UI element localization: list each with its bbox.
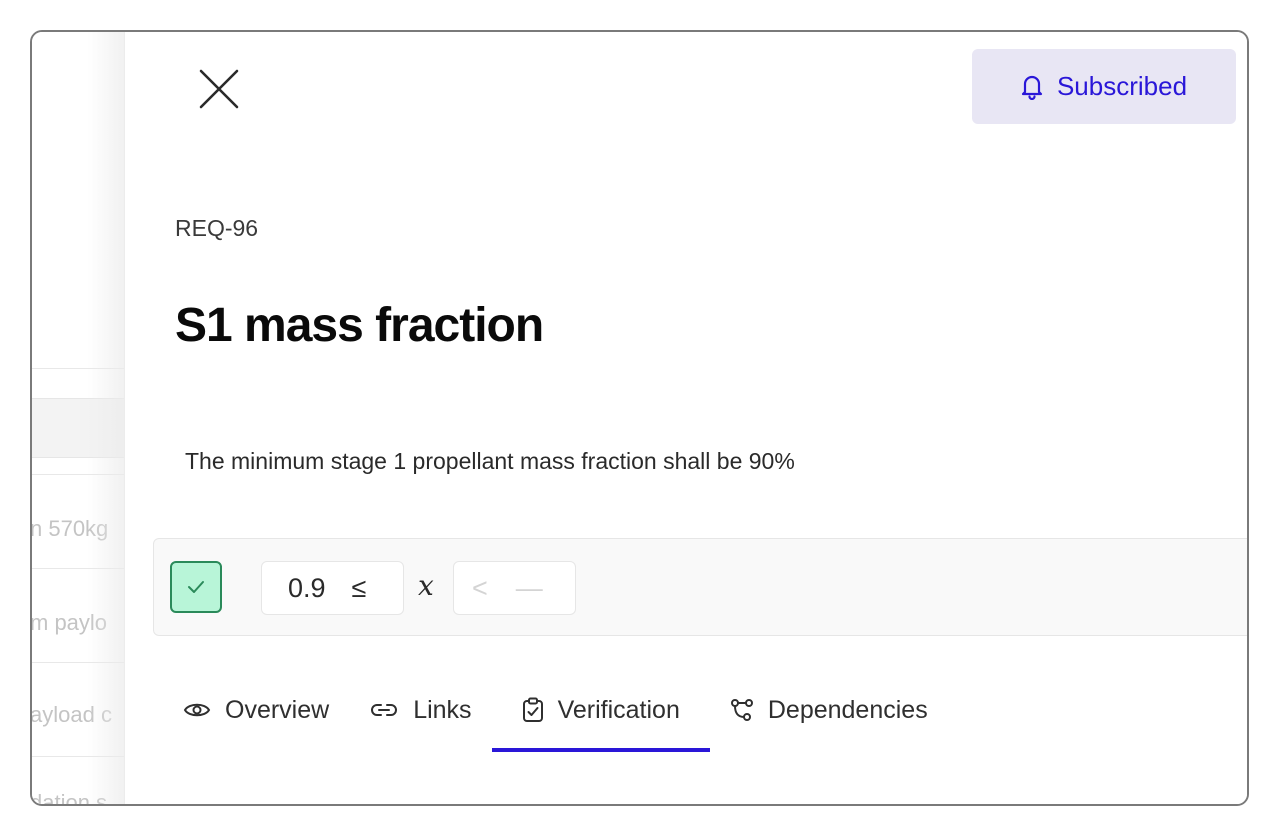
upper-bound-value: — <box>515 572 543 603</box>
link-icon <box>371 704 398 716</box>
lower-bound-value: 0.9 <box>288 572 326 603</box>
close-button[interactable] <box>197 67 241 111</box>
divider <box>32 474 124 475</box>
tab-dependencies[interactable]: Dependencies <box>710 668 948 752</box>
upper-bound-input[interactable]: < — <box>453 561 576 615</box>
requirement-title[interactable]: S1 mass fraction <box>175 298 544 353</box>
background-list-row[interactable]: ayload c <box>32 702 112 728</box>
lower-bound-input[interactable]: 0.9 ≤ <box>261 561 404 615</box>
constraint-row: 0.9 ≤ x < — <box>153 538 1247 636</box>
tab-label: Links <box>413 695 472 724</box>
check-icon <box>188 581 204 593</box>
bell-icon <box>1021 75 1043 100</box>
dependencies-icon <box>730 699 753 721</box>
divider <box>32 568 124 569</box>
background-requirements-list: n 570kg m paylo ayload c dation s <box>32 32 124 804</box>
background-list-header <box>32 398 124 458</box>
requirement-detail-panel: Subscribed REQ-96 S1 mass fraction The m… <box>124 32 1247 804</box>
tab-label: Overview <box>225 695 330 724</box>
clipboard-check-icon <box>522 697 543 722</box>
lower-bound-operator: ≤ <box>351 572 367 603</box>
divider <box>32 368 124 369</box>
subscribe-button[interactable]: Subscribed <box>972 49 1236 124</box>
close-icon <box>199 69 239 109</box>
requirement-id: REQ-96 <box>175 215 259 241</box>
tab-verification[interactable]: Verification <box>491 668 711 752</box>
eye-icon <box>183 703 211 717</box>
tab-links[interactable]: Links <box>349 668 491 752</box>
detail-tabs: Overview Links Verification Dependencies <box>163 668 948 752</box>
divider <box>32 756 124 757</box>
verified-checkbox[interactable] <box>170 561 222 613</box>
requirement-description[interactable]: The minimum stage 1 propellant mass frac… <box>185 448 795 475</box>
background-list-row[interactable]: dation s <box>32 790 107 804</box>
background-list-row[interactable]: n 570kg <box>32 516 108 542</box>
tab-label: Dependencies <box>767 695 928 724</box>
subscribe-label: Subscribed <box>1056 71 1188 101</box>
tab-label: Verification <box>557 695 680 724</box>
upper-bound-operator: < <box>472 572 488 603</box>
constraint-variable: x <box>418 569 434 602</box>
tab-overview[interactable]: Overview <box>163 668 349 752</box>
window-frame: n 570kg m paylo ayload c dation s Subscr… <box>30 30 1249 806</box>
divider <box>32 662 124 663</box>
background-list-row[interactable]: m paylo <box>32 610 107 636</box>
